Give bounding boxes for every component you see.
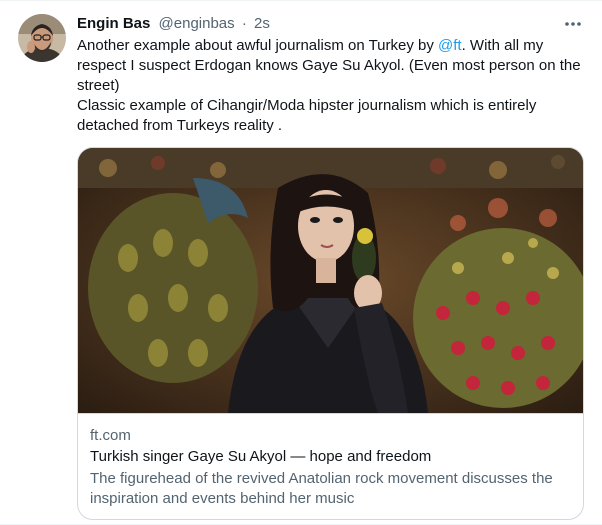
separator-dot: · xyxy=(241,15,247,32)
card-description: The figurehead of the revived Anatolian … xyxy=(90,470,553,507)
card-image xyxy=(78,148,583,413)
card-title: Turkish singer Gaye Su Akyol — hope and … xyxy=(90,448,432,465)
more-horizontal-icon xyxy=(565,22,581,26)
tweet-header: Engin Bas @enginbas · 2s xyxy=(77,14,562,34)
card-body: ft.com Turkish singer Gaye Su Akyol — ho… xyxy=(78,413,583,519)
tweet-text: Another example about awful journalism o… xyxy=(77,36,587,136)
tweet-paragraph-2: Classic example of Cihangir/Moda hipster… xyxy=(77,97,537,134)
more-options-button[interactable] xyxy=(562,13,584,35)
tweet-line1-prefix: Another example about awful journalism o… xyxy=(77,37,439,54)
mention-link[interactable]: @ft xyxy=(438,37,462,54)
tweet-timestamp[interactable]: 2s xyxy=(254,15,270,32)
card-domain: ft.com xyxy=(90,427,131,444)
tweet-paragraph-1: Another example about awful journalism o… xyxy=(77,36,587,96)
card-photo xyxy=(78,148,583,413)
author-display-name[interactable]: Engin Bas xyxy=(77,15,150,32)
avatar[interactable] xyxy=(18,14,66,62)
author-handle[interactable]: @enginbas xyxy=(159,15,235,32)
profile-avatar-icon xyxy=(18,14,66,62)
tweet[interactable]: Engin Bas @enginbas · 2s Another example… xyxy=(0,0,602,525)
link-card[interactable]: ft.com Turkish singer Gaye Su Akyol — ho… xyxy=(77,147,584,520)
